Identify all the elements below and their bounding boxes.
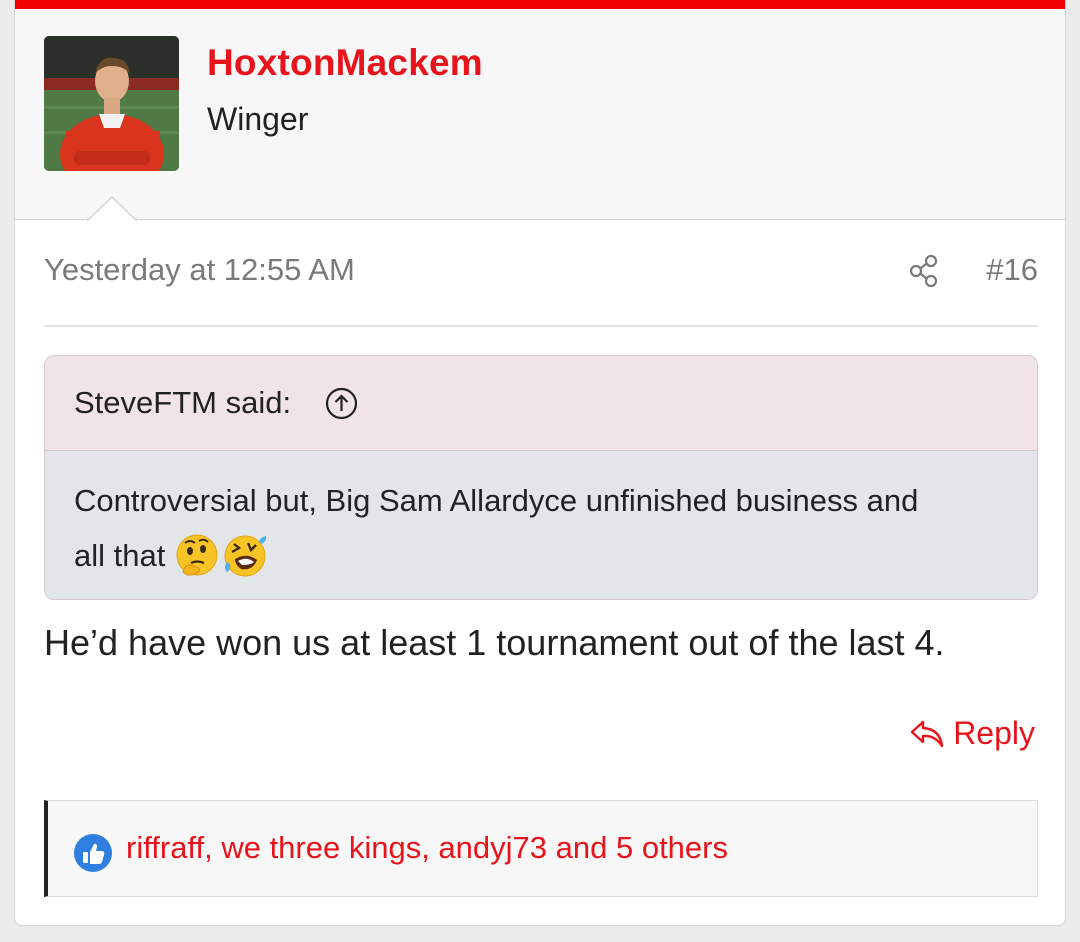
header-notch xyxy=(87,196,137,222)
reaction-users-link[interactable]: riffraff, we three kings, andyj73 and 5 … xyxy=(126,830,728,866)
user-title: Winger xyxy=(207,101,309,137)
quote-header: SteveFTM said: xyxy=(45,356,1037,451)
quote-author[interactable]: SteveFTM said: xyxy=(74,385,291,421)
quote-line-2-row: all that xyxy=(74,528,1008,583)
share-icon[interactable] xyxy=(908,254,940,288)
top-accent-bar xyxy=(15,0,1065,9)
rolling-laughing-emoji xyxy=(224,535,267,576)
quote-body: Controversial but, Big Sam Allardyce unf… xyxy=(45,451,1037,599)
post-message: He’d have won us at least 1 tournament o… xyxy=(44,622,945,663)
meta-divider xyxy=(44,325,1038,327)
thinking-face-emoji xyxy=(176,534,218,576)
reply-label: Reply xyxy=(953,715,1035,751)
username-link[interactable]: HoxtonMackem xyxy=(207,42,483,84)
user-header: HoxtonMackem Winger xyxy=(15,9,1065,220)
reply-arrow-icon xyxy=(910,720,944,747)
quote-line-1: Controversial but, Big Sam Allardyce unf… xyxy=(74,483,919,518)
quote-block: SteveFTM said: Controversial but, Big Sa… xyxy=(44,355,1038,600)
reactions-bar: riffraff, we three kings, andyj73 and 5 … xyxy=(44,800,1038,897)
like-thumb-icon xyxy=(74,834,112,872)
page: HoxtonMackem Winger Yesterday at 12:55 A… xyxy=(0,0,1080,942)
user-avatar[interactable] xyxy=(44,36,179,171)
post-number-link[interactable]: #16 xyxy=(986,252,1038,288)
reply-button[interactable]: Reply xyxy=(909,715,1035,752)
post-date[interactable]: Yesterday at 12:55 AM xyxy=(44,252,355,288)
arrow-up-circle-icon[interactable] xyxy=(325,387,358,420)
quote-line-2: all that xyxy=(74,538,166,573)
forum-post: HoxtonMackem Winger Yesterday at 12:55 A… xyxy=(14,0,1066,926)
post-meta: Yesterday at 12:55 AM #16 xyxy=(44,250,1038,294)
